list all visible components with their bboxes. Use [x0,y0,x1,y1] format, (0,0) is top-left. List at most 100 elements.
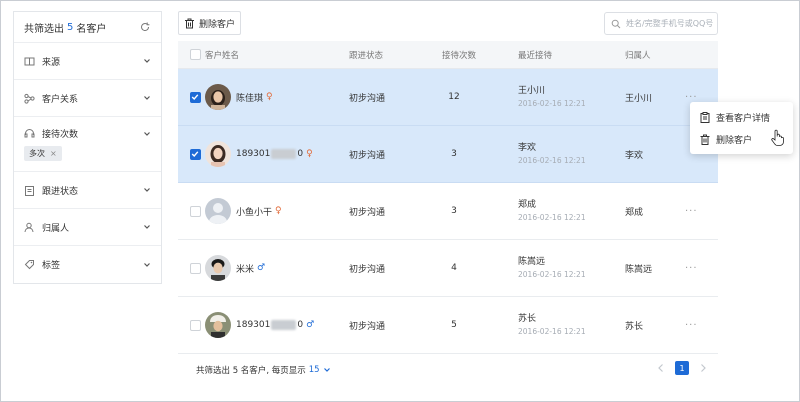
customer-name: 小鱼小干 [236,207,273,218]
recent-reception-time: 2016-02-16 12:21 [518,326,586,336]
headset-icon [24,128,35,139]
chevron-down-icon [143,223,151,231]
table-header: 客户姓名 跟进状态 接待次数 最近接待 归属人 [178,41,718,69]
table-row[interactable]: 陈佳琪 ♀ 初步沟通 12 王小川 2016-02-16 12:21 王小川 ·… [178,69,718,126]
avatar [205,312,231,338]
header-owner: 归属人 [625,50,651,61]
customer-name-prefix: 189301 [236,149,271,159]
follow-status: 初步沟通 [349,321,386,332]
book-icon [24,56,35,67]
row-checkbox[interactable] [189,91,201,103]
follow-status: 初步沟通 [349,207,386,218]
prev-page-icon[interactable] [653,361,669,375]
header-times: 接待次数 [442,50,477,61]
menu-delete-label: 删除客户 [716,135,753,146]
chevron-down-icon [143,94,151,102]
header-name: 客户姓名 [205,50,240,61]
filter-item-tag[interactable]: 标签 [14,246,161,283]
filter-item-reception-times[interactable]: 接待次数 多次 × [14,117,161,172]
recent-reception-time: 2016-02-16 12:21 [518,269,586,279]
male-icon: ♂ [257,263,266,273]
filter-title-prefix: 共筛选出 [24,23,64,35]
refresh-icon[interactable] [139,21,151,33]
owner-name: 陈嵩远 [625,264,653,275]
search-icon [611,19,621,29]
trash-icon [700,134,710,145]
clipboard-icon [700,111,710,123]
owner-name: 郑成 [625,207,644,218]
row-checkbox[interactable] [189,319,201,331]
reception-times: 12 [448,92,460,102]
user-icon [24,222,35,233]
customer-table: 客户姓名 跟进状态 接待次数 最近接待 归属人 陈佳琪 ♀ 初步沟通 12 王小… [178,41,718,354]
menu-item-view-detail[interactable]: 查看客户详情 [690,106,793,128]
delete-customer-button[interactable]: 删除客户 [178,11,241,35]
female-icon: ♀ [275,206,282,216]
owner-name: 王小川 [625,93,653,104]
clipboard-icon [24,185,35,196]
page-size-select[interactable]: 15 [309,365,320,375]
close-icon[interactable]: × [50,149,57,158]
customer-name: 陈佳琪 [236,93,264,104]
masked-digits [271,149,297,159]
filter-title-suffix: 名客户 [76,23,107,35]
filter-count: 5 [67,21,74,33]
filter-item-follow-status[interactable]: 跟进状态 [14,172,161,209]
avatar [205,84,231,110]
recent-reception-time: 2016-02-16 12:21 [518,212,586,222]
filter-panel: 共筛选出 5 名客户 来源 客户关系 接待次数 多次 × 跟进状态 归属人 标签 [13,11,162,284]
female-icon: ♀ [266,92,273,102]
follow-status: 初步沟通 [349,264,386,275]
recent-reception-name: 郑成 [518,199,537,210]
filter-label-follow-status: 跟进状态 [42,186,79,197]
search-input[interactable] [626,19,721,28]
search-box[interactable] [604,12,721,35]
table-row[interactable]: 189301 0 ♂ 初步沟通 5 苏长 2016-02-16 12:21 苏长… [178,297,718,354]
avatar [205,255,231,281]
reception-times: 4 [451,263,457,273]
table-row[interactable]: 米米 ♂ 初步沟通 4 陈嵩远 2016-02-16 12:21 陈嵩远 ··· [178,240,718,297]
filter-label-tag: 标签 [42,261,61,271]
table-footer: 共筛选出 5 名客户, 每页显示 15 [196,364,331,376]
filter-label-reception-times: 接待次数 [42,130,79,140]
customer-name: 米米 [236,264,255,275]
owner-name: 苏长 [625,321,644,332]
table-row[interactable]: 小鱼小干 ♀ 初步沟通 3 郑成 2016-02-16 12:21 郑成 ··· [178,183,718,240]
filter-label-relation: 客户关系 [42,94,79,105]
chevron-down-icon [143,130,151,138]
footer-text: 共筛选出 5 名客户, 每页显示 [196,366,306,376]
follow-status: 初步沟通 [349,93,386,104]
filter-item-owner[interactable]: 归属人 [14,209,161,246]
filter-item-relation[interactable]: 客户关系 [14,80,161,117]
filter-header: 共筛选出 5 名客户 [14,12,161,43]
recent-reception-name: 苏长 [518,313,537,324]
owner-name: 李欢 [625,150,644,161]
tag-icon [24,259,35,270]
row-checkbox[interactable] [189,205,201,217]
customer-name-suffix: 0 [297,149,304,159]
filter-label-source: 来源 [42,57,61,68]
row-checkbox[interactable] [189,262,201,274]
chevron-down-icon[interactable] [323,366,331,374]
filter-tag: 多次 × [24,146,62,161]
row-checkbox[interactable] [189,148,201,160]
reception-times: 3 [451,206,457,216]
filter-item-source[interactable]: 来源 [14,43,161,80]
next-page-icon[interactable] [695,361,711,375]
row-context-menu: 查看客户详情 删除客户 [690,102,793,154]
delete-customer-label: 删除客户 [198,19,235,30]
more-icon[interactable]: ··· [685,92,718,103]
more-icon[interactable]: ··· [685,320,718,331]
page-button-current[interactable]: 1 [675,361,689,375]
filter-label-owner: 归属人 [42,223,70,234]
recent-reception-name: 陈嵩远 [518,256,546,267]
relation-icon [24,93,35,104]
more-icon[interactable]: ··· [685,263,718,274]
more-icon[interactable]: ··· [685,206,718,217]
menu-view-detail-label: 查看客户详情 [716,113,771,124]
recent-reception-time: 2016-02-16 12:21 [518,155,586,165]
female-icon: ♀ [306,149,313,159]
trash-icon [184,18,195,29]
select-all-checkbox[interactable] [189,49,201,60]
table-row[interactable]: 189301 0 ♀ 初步沟通 3 李欢 2016-02-16 12:21 李欢 [178,126,718,183]
